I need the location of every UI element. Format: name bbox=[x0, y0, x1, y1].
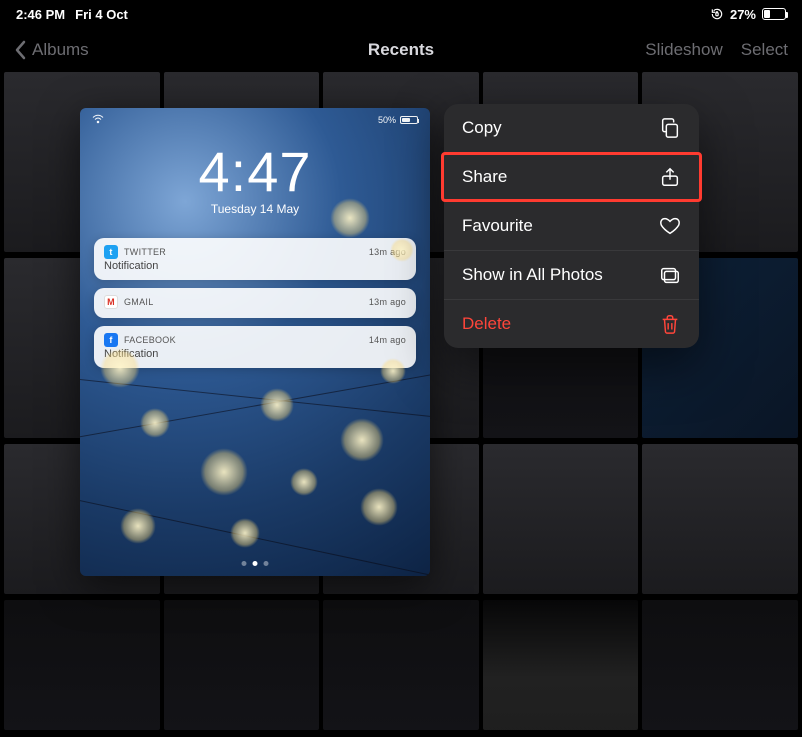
menu-item-favourite[interactable]: Favourite bbox=[444, 202, 699, 251]
menu-label: Copy bbox=[462, 118, 502, 138]
preview-battery-icon bbox=[400, 116, 418, 124]
back-button[interactable]: Albums bbox=[14, 40, 89, 60]
notif-body: Notification bbox=[104, 260, 406, 272]
share-icon bbox=[659, 166, 681, 188]
grid-thumb[interactable] bbox=[4, 600, 160, 730]
battery-pct: 27% bbox=[730, 7, 756, 22]
notif-age: 13m ago bbox=[369, 297, 406, 307]
grid-thumb[interactable] bbox=[642, 600, 798, 730]
battery-icon bbox=[762, 8, 786, 20]
grid-thumb[interactable] bbox=[323, 600, 479, 730]
preview-batt-pct: 50% bbox=[378, 115, 396, 125]
orientation-lock-icon bbox=[710, 7, 724, 21]
grid-thumb[interactable] bbox=[483, 600, 639, 730]
photos-icon bbox=[659, 264, 681, 286]
twitter-icon: t bbox=[104, 245, 118, 259]
preview-status-bar: 50% bbox=[80, 108, 430, 126]
back-label: Albums bbox=[32, 40, 89, 60]
notif-app: TWITTER bbox=[124, 247, 166, 257]
copy-icon bbox=[659, 117, 681, 139]
heart-icon bbox=[659, 215, 681, 237]
notif-app: GMAIL bbox=[124, 297, 154, 307]
grid-thumb[interactable] bbox=[483, 444, 639, 594]
grid-thumb[interactable] bbox=[642, 444, 798, 594]
status-time: 2:46 PM bbox=[16, 7, 65, 22]
wifi-icon bbox=[92, 114, 104, 126]
menu-label: Share bbox=[462, 167, 507, 187]
selected-photo-preview[interactable]: 50% 4:47 Tuesday 14 May t TWITTER 13m ag… bbox=[80, 108, 430, 576]
menu-item-copy[interactable]: Copy bbox=[444, 104, 699, 153]
notif-age: 14m ago bbox=[369, 335, 406, 345]
slideshow-button[interactable]: Slideshow bbox=[645, 40, 723, 60]
menu-item-share[interactable]: Share bbox=[444, 153, 699, 202]
menu-item-show-all[interactable]: Show in All Photos bbox=[444, 251, 699, 300]
chevron-left-icon bbox=[14, 40, 28, 60]
status-bar: 2:46 PM Fri 4 Oct 27% bbox=[0, 0, 802, 28]
lockscreen-date: Tuesday 14 May bbox=[80, 202, 430, 216]
menu-item-delete[interactable]: Delete bbox=[444, 300, 699, 348]
gmail-icon: M bbox=[104, 295, 118, 309]
notification-stack: t TWITTER 13m ago Notification M GMAIL 1… bbox=[94, 238, 416, 368]
nav-bar: Albums Recents Slideshow Select bbox=[0, 28, 802, 72]
notif-app: FACEBOOK bbox=[124, 335, 176, 345]
page-title: Recents bbox=[368, 40, 434, 60]
context-menu: Copy Share Favourite Show in All Photos … bbox=[444, 104, 699, 348]
status-date: Fri 4 Oct bbox=[75, 7, 128, 22]
facebook-icon: f bbox=[104, 333, 118, 347]
notification-card: M GMAIL 13m ago bbox=[94, 288, 416, 318]
trash-icon bbox=[659, 313, 681, 335]
notification-card: t TWITTER 13m ago Notification bbox=[94, 238, 416, 280]
grid-thumb[interactable] bbox=[164, 600, 320, 730]
page-indicator bbox=[242, 561, 269, 566]
menu-label: Favourite bbox=[462, 216, 533, 236]
menu-label: Delete bbox=[462, 314, 511, 334]
notification-card: f FACEBOOK 14m ago Notification bbox=[94, 326, 416, 368]
select-button[interactable]: Select bbox=[741, 40, 788, 60]
lockscreen-time: 4:47 bbox=[80, 144, 430, 200]
notif-body: Notification bbox=[104, 348, 406, 360]
menu-label: Show in All Photos bbox=[462, 265, 603, 285]
